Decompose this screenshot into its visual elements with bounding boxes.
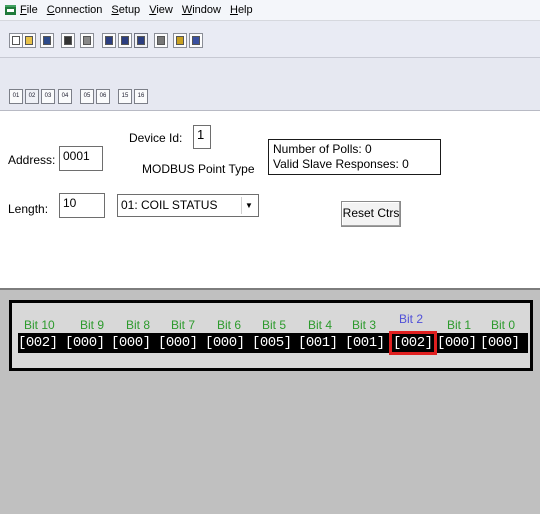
- disconnect-icon: [83, 36, 91, 45]
- menu-bar: File Connection Setup View Window Help: [0, 0, 540, 21]
- disconnect-button[interactable]: [80, 33, 94, 48]
- open-folder-button[interactable]: [22, 33, 36, 48]
- open-folder-icon: [25, 36, 33, 45]
- bit-label-5: Bit 5: [262, 318, 287, 332]
- context-help-button[interactable]: [189, 33, 203, 48]
- bit-value-0[interactable]: [000]: [480, 335, 520, 351]
- menu-connection[interactable]: Connection: [47, 4, 103, 16]
- read-button[interactable]: [118, 33, 132, 48]
- menu-view-label: iew: [156, 4, 173, 16]
- function-16-button[interactable]: 16: [134, 89, 148, 104]
- context-help-icon: [192, 36, 200, 45]
- bit-value-8[interactable]: [000]: [111, 335, 151, 351]
- new-doc-button[interactable]: [9, 33, 23, 48]
- bit-label-10: Bit 10: [24, 318, 55, 332]
- point-type-selected-value: 01: COIL STATUS: [121, 198, 218, 212]
- function-15-button[interactable]: 15: [118, 89, 132, 104]
- function-02-button[interactable]: 02: [25, 89, 39, 104]
- bit-value-5[interactable]: [005]: [252, 335, 292, 351]
- function-06-button[interactable]: 06: [96, 89, 110, 104]
- menu-file-label: ile: [26, 4, 38, 16]
- valid-slave-responses: Valid Slave Responses: 0: [273, 157, 409, 171]
- bit-label-9: Bit 9: [80, 318, 105, 332]
- new-doc-icon: [12, 36, 20, 45]
- point-type-select[interactable]: 01: COIL STATUS ▼: [117, 194, 259, 217]
- write-icon: [137, 36, 145, 45]
- function-01-button[interactable]: 01: [9, 89, 23, 104]
- function-03-button[interactable]: 03: [41, 89, 55, 104]
- bit-label-1: Bit 1: [447, 318, 472, 332]
- device-id-label: Device Id:: [129, 131, 183, 145]
- help-button[interactable]: [173, 33, 187, 48]
- bit-values-row: [002] [000] [000] [000] [000] [005] [001] [001]…: [18, 331, 528, 355]
- menu-view[interactable]: View: [149, 4, 173, 16]
- function-05-button[interactable]: 05: [80, 89, 94, 104]
- menu-connection-label: onnection: [54, 4, 103, 16]
- bit-value-9[interactable]: [000]: [65, 335, 105, 351]
- bit-value-1[interactable]: [000]: [437, 335, 477, 351]
- address-label: Address:: [8, 153, 56, 167]
- poll-icon: [105, 36, 113, 45]
- number-of-polls: Number of Polls: 0: [273, 142, 372, 156]
- write-button[interactable]: [134, 33, 148, 48]
- reset-counters-button[interactable]: Reset Ctrs: [341, 201, 401, 227]
- bit-label-4: Bit 4: [308, 318, 333, 332]
- read-icon: [121, 36, 129, 45]
- menu-items: File Connection Setup View Window Help: [20, 4, 262, 16]
- menu-file-accelerator: F: [20, 4, 27, 16]
- menu-window-label: indow: [192, 4, 221, 16]
- menu-setup-accelerator: S: [111, 4, 119, 16]
- bit-value-3[interactable]: [001]: [345, 335, 385, 351]
- print-icon: [157, 36, 165, 45]
- menu-help[interactable]: Help: [230, 4, 253, 16]
- bit-label-7: Bit 7: [171, 318, 196, 332]
- poll-stats-box: Number of Polls: 0 Valid Slave Responses…: [268, 139, 441, 175]
- bit-value-2[interactable]: [002]: [389, 331, 437, 355]
- app-icon: [5, 5, 16, 15]
- menu-help-label: elp: [237, 4, 253, 16]
- point-type-label: MODBUS Point Type: [142, 162, 255, 176]
- device-id-field[interactable]: 1: [193, 125, 211, 149]
- menu-setup-label: etup: [118, 4, 141, 16]
- print-button[interactable]: [154, 33, 168, 48]
- bit-value-10[interactable]: [002]: [18, 335, 58, 351]
- help-icon: [176, 36, 184, 45]
- connect-icon: [64, 36, 72, 45]
- bit-value-4[interactable]: [001]: [298, 335, 338, 351]
- save-button[interactable]: [40, 33, 54, 48]
- chevron-down-icon[interactable]: ▼: [241, 197, 256, 214]
- connect-button[interactable]: [61, 33, 75, 48]
- save-icon: [43, 36, 51, 45]
- menu-file[interactable]: File: [20, 4, 38, 16]
- bit-label-6: Bit 6: [217, 318, 242, 332]
- address-field[interactable]: 0001: [59, 146, 103, 171]
- function-04-button[interactable]: 04: [58, 89, 72, 104]
- poll-button[interactable]: [102, 33, 116, 48]
- bit-value-6[interactable]: [000]: [205, 335, 245, 351]
- menu-help-accelerator: H: [229, 4, 238, 16]
- menu-window-accelerator: W: [181, 4, 193, 16]
- length-label: Length:: [8, 202, 49, 216]
- bit-value-7[interactable]: [000]: [158, 335, 198, 351]
- bit-label-8: Bit 8: [126, 318, 151, 332]
- bit-label-0: Bit 0: [491, 318, 516, 332]
- bit-labels-row: Bit 10 Bit 9 Bit 8 Bit 7 Bit 6 Bit 5 Bit 4 Bit …: [24, 312, 534, 332]
- menu-window[interactable]: Window: [182, 4, 221, 16]
- menu-connection-accelerator: C: [46, 4, 55, 16]
- bit-label-3: Bit 3: [352, 318, 377, 332]
- menu-setup[interactable]: Setup: [111, 4, 140, 16]
- length-field[interactable]: 10: [59, 193, 105, 218]
- bit-label-2: Bit 2: [399, 312, 424, 326]
